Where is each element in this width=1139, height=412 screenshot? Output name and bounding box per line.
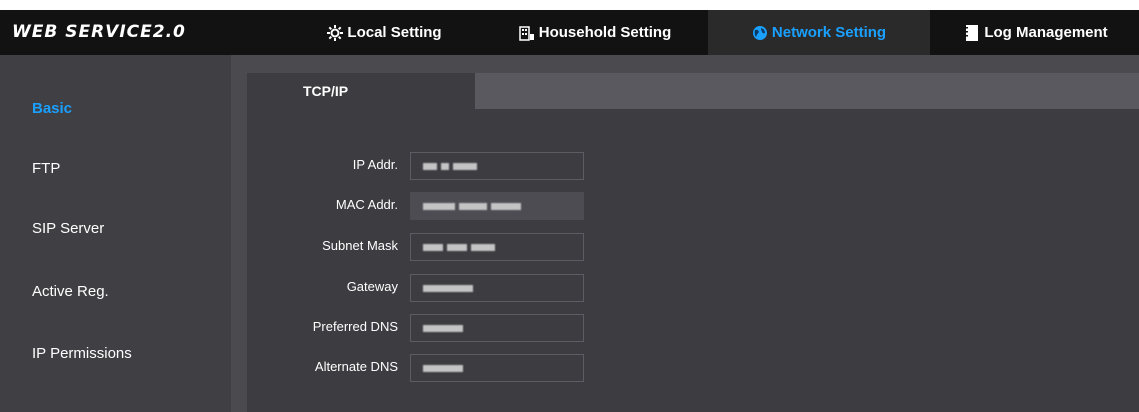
redacted-value <box>423 285 473 292</box>
sidebar-item-active-reg[interactable]: Active Reg. <box>32 283 109 300</box>
nav-log-management[interactable]: Log Management <box>948 10 1124 55</box>
nav-label: Log Management <box>984 24 1108 41</box>
redacted-value <box>491 203 521 210</box>
preferred-dns-label: Preferred DNS <box>312 319 398 334</box>
gateway-label: Gateway <box>346 279 398 294</box>
mac-address-label: MAC Addr. <box>335 197 398 212</box>
log-icon <box>964 24 980 42</box>
gateway-input[interactable] <box>410 274 584 302</box>
redacted-value <box>423 163 437 170</box>
tab-label: TCP/IP <box>303 83 349 99</box>
sidebar-item-basic[interactable]: Basic <box>32 100 72 117</box>
nav-label: Household Setting <box>538 24 672 41</box>
brand-logo: WEB SERVICE2.0 <box>12 22 186 42</box>
redacted-value <box>423 203 455 210</box>
building-icon <box>519 25 535 41</box>
nav-local-setting[interactable]: Local Setting <box>322 10 447 55</box>
alternate-dns-label: Alternate DNS <box>314 359 398 374</box>
redacted-value <box>423 244 443 251</box>
nav-label: Network Setting <box>771 24 887 41</box>
redacted-value <box>423 365 463 372</box>
redacted-value <box>423 325 463 332</box>
redacted-value <box>447 244 467 251</box>
subnet-mask-label: Subnet Mask <box>322 238 398 253</box>
gear-icon <box>327 24 344 41</box>
sidebar-item-sip-server[interactable]: SIP Server <box>32 220 104 237</box>
nav-household-setting[interactable]: Household Setting <box>504 10 686 55</box>
ip-address-input[interactable] <box>410 152 584 180</box>
nav-network-setting[interactable]: Network Setting <box>708 10 930 55</box>
redacted-value <box>471 244 495 251</box>
top-bar: WEB SERVICE2.0 Local Setting Household S… <box>0 10 1139 55</box>
alternate-dns-input[interactable] <box>410 354 584 382</box>
redacted-value <box>453 163 477 170</box>
globe-icon <box>752 25 768 41</box>
preferred-dns-input[interactable] <box>410 314 584 342</box>
mac-address-input <box>410 192 584 220</box>
redacted-value <box>441 163 449 170</box>
tab-tcp-ip[interactable]: TCP/IP <box>247 73 475 109</box>
sidebar-item-ip-permissions[interactable]: IP Permissions <box>32 345 132 362</box>
nav-label: Local Setting <box>347 24 442 41</box>
sidebar: Basic FTP SIP Server Active Reg. IP Perm… <box>0 55 231 412</box>
sidebar-item-ftp[interactable]: FTP <box>32 160 60 177</box>
ip-address-label: IP Addr. <box>352 157 398 172</box>
subnet-mask-input[interactable] <box>410 233 584 261</box>
redacted-value <box>459 203 487 210</box>
